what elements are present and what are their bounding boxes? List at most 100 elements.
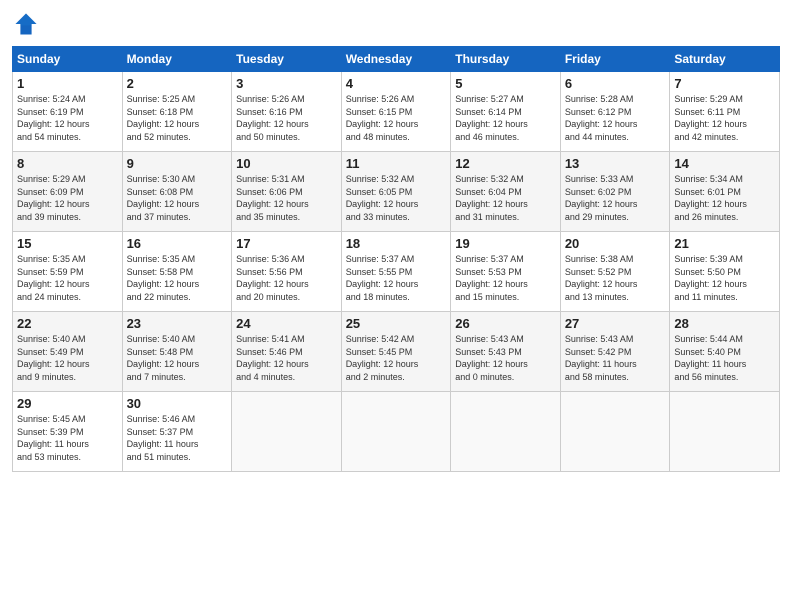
calendar-cell: 26Sunrise: 5:43 AM Sunset: 5:43 PM Dayli… (451, 312, 561, 392)
calendar-cell: 12 Sunrise: 5:32 AM Sunset: 6:04 PM Dayli… (451, 152, 561, 232)
calendar-cell: 2 Sunrise: 5:25 AM Sunset: 6:18 PM Daylig… (122, 72, 232, 152)
calendar-cell: 9Sunrise: 5:30 AM Sunset: 6:08 PM Daylig… (122, 152, 232, 232)
day-detail: Sunrise: 5:42 AM Sunset: 5:45 PM Dayligh… (346, 333, 447, 383)
calendar-table: SundayMondayTuesdayWednesdayThursdayFrid… (12, 46, 780, 472)
day-number: 28 (674, 316, 775, 331)
calendar-cell: 6 Sunrise: 5:28 AM Sunset: 6:12 PM Daylig… (560, 72, 670, 152)
calendar-cell: 27 Sunrise: 5:43 AM Sunset: 5:42 PM Dayli… (560, 312, 670, 392)
day-number: 11 (346, 156, 447, 171)
day-number: 3 (236, 76, 337, 91)
calendar-cell: 8 Sunrise: 5:29 AM Sunset: 6:09 PM Daylig… (13, 152, 123, 232)
day-number: 22 (17, 316, 118, 331)
calendar-cell: 24 Sunrise: 5:41 AM Sunset: 5:46 PM Dayli… (232, 312, 342, 392)
day-detail: Sunrise: 5:40 AM Sunset: 5:49 PM Dayligh… (17, 333, 118, 383)
day-detail: Sunrise: 5:29 AM Sunset: 6:11 PM Dayligh… (674, 93, 775, 143)
calendar-cell: 17 Sunrise: 5:36 AM Sunset: 5:56 PM Dayli… (232, 232, 342, 312)
calendar-container: SundayMondayTuesdayWednesdayThursdayFrid… (0, 0, 792, 482)
logo (12, 10, 44, 38)
calendar-cell: 18 Sunrise: 5:37 AM Sunset: 5:55 PM Dayli… (341, 232, 451, 312)
day-detail: Sunrise: 5:29 AM Sunset: 6:09 PM Dayligh… (17, 173, 118, 223)
day-number: 9 (127, 156, 228, 171)
day-number: 23 (127, 316, 228, 331)
day-detail: Sunrise: 5:37 AM Sunset: 5:53 PM Dayligh… (455, 253, 556, 303)
day-number: 20 (565, 236, 666, 251)
logo-icon (12, 10, 40, 38)
col-header-friday: Friday (560, 47, 670, 72)
day-detail: Sunrise: 5:32 AM Sunset: 6:04 PM Dayligh… (455, 173, 556, 223)
day-number: 5 (455, 76, 556, 91)
calendar-cell: 22 Sunrise: 5:40 AM Sunset: 5:49 PM Dayli… (13, 312, 123, 392)
day-detail: Sunrise: 5:37 AM Sunset: 5:55 PM Dayligh… (346, 253, 447, 303)
calendar-header (12, 10, 780, 38)
calendar-cell (560, 392, 670, 472)
calendar-cell (341, 392, 451, 472)
day-number: 30 (127, 396, 228, 411)
day-detail: Sunrise: 5:26 AM Sunset: 6:15 PM Dayligh… (346, 93, 447, 143)
calendar-cell: 5 Sunrise: 5:27 AM Sunset: 6:14 PM Daylig… (451, 72, 561, 152)
day-detail: Sunrise: 5:38 AM Sunset: 5:52 PM Dayligh… (565, 253, 666, 303)
day-detail: Sunrise: 5:40 AM Sunset: 5:48 PM Dayligh… (127, 333, 228, 383)
calendar-cell: 4 Sunrise: 5:26 AM Sunset: 6:15 PM Daylig… (341, 72, 451, 152)
day-number: 6 (565, 76, 666, 91)
day-detail: Sunrise: 5:46 AM Sunset: 5:37 PM Dayligh… (127, 413, 228, 463)
calendar-cell: 1 Sunrise: 5:24 AM Sunset: 6:19 PM Daylig… (13, 72, 123, 152)
col-header-monday: Monday (122, 47, 232, 72)
calendar-cell: 30 Sunrise: 5:46 AM Sunset: 5:37 PM Dayli… (122, 392, 232, 472)
day-number: 15 (17, 236, 118, 251)
day-number: 24 (236, 316, 337, 331)
day-number: 19 (455, 236, 556, 251)
day-detail: Sunrise: 5:27 AM Sunset: 6:14 PM Dayligh… (455, 93, 556, 143)
day-detail: Sunrise: 5:45 AM Sunset: 5:39 PM Dayligh… (17, 413, 118, 463)
calendar-cell (232, 392, 342, 472)
calendar-cell: 10 Sunrise: 5:31 AM Sunset: 6:06 PM Dayli… (232, 152, 342, 232)
day-number: 26 (455, 316, 556, 331)
day-number: 7 (674, 76, 775, 91)
col-header-thursday: Thursday (451, 47, 561, 72)
day-detail: Sunrise: 5:31 AM Sunset: 6:06 PM Dayligh… (236, 173, 337, 223)
day-detail: Sunrise: 5:26 AM Sunset: 6:16 PM Dayligh… (236, 93, 337, 143)
day-number: 17 (236, 236, 337, 251)
calendar-cell (670, 392, 780, 472)
day-detail: Sunrise: 5:36 AM Sunset: 5:56 PM Dayligh… (236, 253, 337, 303)
day-number: 4 (346, 76, 447, 91)
day-number: 29 (17, 396, 118, 411)
day-detail: Sunrise: 5:24 AM Sunset: 6:19 PM Dayligh… (17, 93, 118, 143)
calendar-cell: 20 Sunrise: 5:38 AM Sunset: 5:52 PM Dayli… (560, 232, 670, 312)
calendar-cell: 25Sunrise: 5:42 AM Sunset: 5:45 PM Dayli… (341, 312, 451, 392)
calendar-cell: 7 Sunrise: 5:29 AM Sunset: 6:11 PM Daylig… (670, 72, 780, 152)
day-number: 14 (674, 156, 775, 171)
day-number: 2 (127, 76, 228, 91)
calendar-cell: 16 Sunrise: 5:35 AM Sunset: 5:58 PM Dayli… (122, 232, 232, 312)
day-detail: Sunrise: 5:43 AM Sunset: 5:42 PM Dayligh… (565, 333, 666, 383)
day-detail: Sunrise: 5:41 AM Sunset: 5:46 PM Dayligh… (236, 333, 337, 383)
calendar-cell: 29 Sunrise: 5:45 AM Sunset: 5:39 PM Dayli… (13, 392, 123, 472)
col-header-wednesday: Wednesday (341, 47, 451, 72)
day-detail: Sunrise: 5:35 AM Sunset: 5:58 PM Dayligh… (127, 253, 228, 303)
col-header-sunday: Sunday (13, 47, 123, 72)
day-detail: Sunrise: 5:32 AM Sunset: 6:05 PM Dayligh… (346, 173, 447, 223)
col-header-tuesday: Tuesday (232, 47, 342, 72)
day-detail: Sunrise: 5:44 AM Sunset: 5:40 PM Dayligh… (674, 333, 775, 383)
day-number: 21 (674, 236, 775, 251)
col-header-saturday: Saturday (670, 47, 780, 72)
day-detail: Sunrise: 5:39 AM Sunset: 5:50 PM Dayligh… (674, 253, 775, 303)
day-detail: Sunrise: 5:35 AM Sunset: 5:59 PM Dayligh… (17, 253, 118, 303)
day-number: 1 (17, 76, 118, 91)
day-detail: Sunrise: 5:34 AM Sunset: 6:01 PM Dayligh… (674, 173, 775, 223)
calendar-cell: 23 Sunrise: 5:40 AM Sunset: 5:48 PM Dayli… (122, 312, 232, 392)
calendar-cell: 11 Sunrise: 5:32 AM Sunset: 6:05 PM Dayli… (341, 152, 451, 232)
calendar-cell: 28 Sunrise: 5:44 AM Sunset: 5:40 PM Dayli… (670, 312, 780, 392)
day-detail: Sunrise: 5:25 AM Sunset: 6:18 PM Dayligh… (127, 93, 228, 143)
day-detail: Sunrise: 5:28 AM Sunset: 6:12 PM Dayligh… (565, 93, 666, 143)
day-number: 13 (565, 156, 666, 171)
day-number: 27 (565, 316, 666, 331)
day-number: 18 (346, 236, 447, 251)
day-number: 12 (455, 156, 556, 171)
calendar-cell: 19 Sunrise: 5:37 AM Sunset: 5:53 PM Dayli… (451, 232, 561, 312)
day-number: 10 (236, 156, 337, 171)
calendar-cell (451, 392, 561, 472)
day-number: 8 (17, 156, 118, 171)
day-number: 16 (127, 236, 228, 251)
calendar-cell: 21 Sunrise: 5:39 AM Sunset: 5:50 PM Dayli… (670, 232, 780, 312)
day-detail: Sunrise: 5:33 AM Sunset: 6:02 PM Dayligh… (565, 173, 666, 223)
